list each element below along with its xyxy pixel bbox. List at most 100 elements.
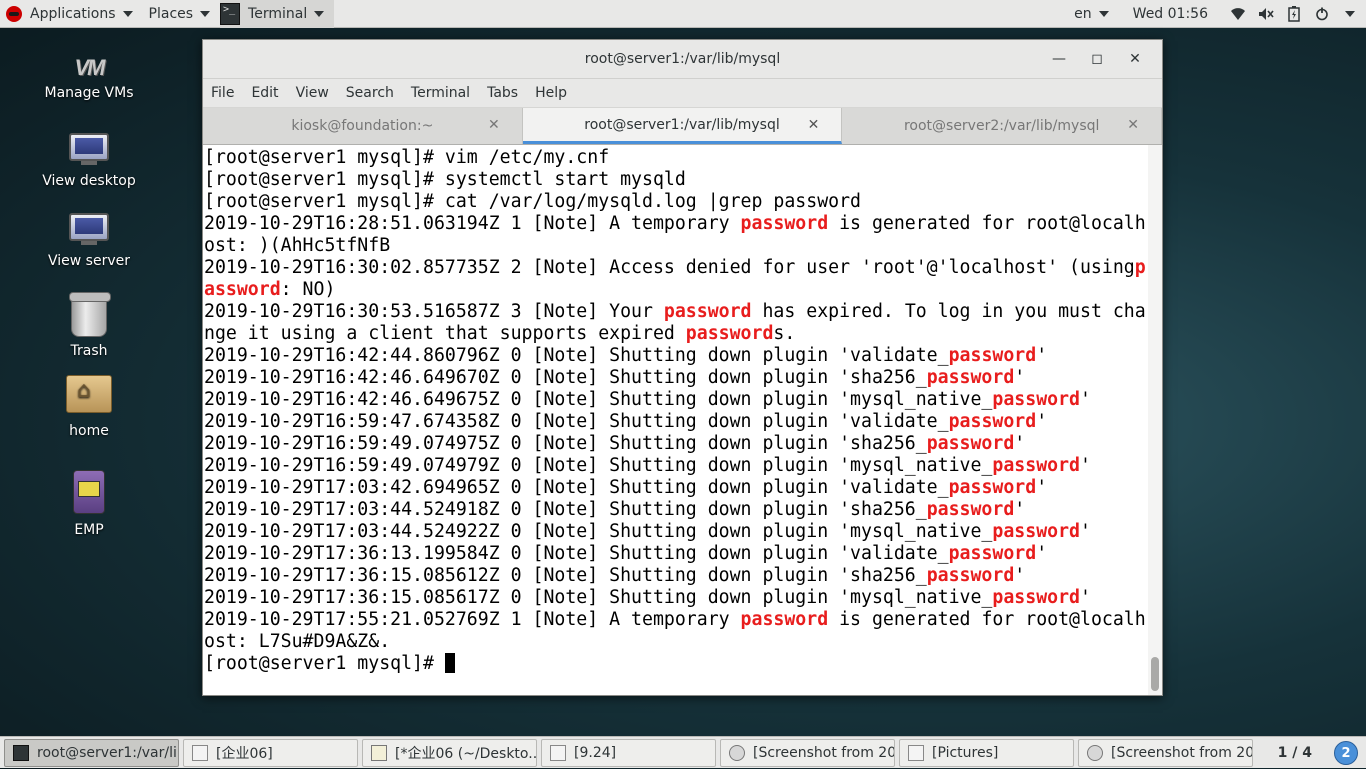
terminal-line: 2019-10-29T17:36:13.199584Z 0 [Note] Shu… [204, 543, 1149, 565]
task-screenshot-1[interactable]: [Screenshot from 20... [720, 738, 895, 767]
terminal-text: ' [1080, 521, 1091, 542]
chevron-down-icon [314, 10, 325, 17]
minimize-button[interactable]: — [1040, 51, 1078, 67]
terminal-text: ' [1036, 345, 1048, 366]
terminal-text: 2019-10-29T16:59:49.074975Z 0 [Note] Shu… [204, 433, 927, 454]
menu-terminal[interactable]: Terminal [406, 85, 482, 101]
terminal-line: nge it using a client that supports expi… [204, 323, 1149, 345]
terminal-text: 2019-10-29T16:30:53.516587Z 3 [Note] You… [204, 301, 664, 322]
power-icon[interactable] [1314, 6, 1330, 22]
highlighted-match: password [740, 609, 829, 630]
task-label: [*企业06 (~/Deskto... [395, 745, 537, 762]
tab-label: kiosk@foundation:~ [291, 118, 434, 134]
close-tab-icon[interactable]: ✕ [488, 117, 500, 133]
highlighted-match: password [926, 433, 1015, 454]
language-selector[interactable]: en [1064, 6, 1119, 22]
task-9-24[interactable]: [9.24] [541, 738, 716, 767]
terminal-text: ' [1014, 433, 1026, 454]
desktop-icon-view-desktop[interactable]: View desktop [29, 133, 149, 189]
maximize-button[interactable]: ◻ [1078, 51, 1116, 67]
close-button[interactable]: ✕ [1116, 51, 1154, 67]
terminal-icon [13, 744, 29, 761]
menu-help[interactable]: Help [530, 85, 579, 101]
highlighted-match: password [926, 367, 1015, 388]
window-menubar: File Edit View Search Terminal Tabs Help [203, 79, 1162, 108]
menu-view[interactable]: View [291, 85, 341, 101]
task-label: [Screenshot from 20... [753, 744, 895, 761]
tab-server2[interactable]: root@server2:/var/lib/mysql ✕ [842, 108, 1163, 144]
desktop-icon-view-server[interactable]: View server [29, 213, 149, 269]
terminal-text: ' [1080, 587, 1091, 608]
highlighted-match: password [926, 565, 1015, 586]
task-label: [Pictures] [932, 744, 999, 761]
terminal-output[interactable]: [root@server1 mysql]# vim /etc/my.cnf [ro… [203, 145, 1149, 695]
terminal-line: 2019-10-29T17:03:42.694965Z 0 [Note] Shu… [204, 477, 1149, 499]
chevron-down-icon [200, 10, 211, 17]
menu-search[interactable]: Search [341, 85, 406, 101]
highlighted-match: assword [204, 279, 281, 300]
terminal-line: 2019-10-29T16:28:51.063194Z 1 [Note] A t… [204, 213, 1149, 235]
image-viewer-icon [1087, 744, 1103, 761]
terminal-app-menu[interactable]: >_ Terminal [220, 0, 335, 28]
desktop-icon-home[interactable]: home [29, 375, 149, 439]
task-qiye06-editor[interactable]: [*企业06 (~/Deskto... [362, 738, 537, 767]
emp-app-icon [73, 470, 105, 514]
menu-file[interactable]: File [206, 85, 246, 101]
terminal-text: [root@server1 mysql]# systemctl start my… [204, 169, 686, 190]
window-titlebar[interactable]: root@server1:/var/lib/mysql — ◻ ✕ [203, 40, 1162, 79]
terminal-text: ' [1036, 543, 1048, 564]
places-menu[interactable]: Places [143, 0, 221, 28]
applications-menu[interactable]: Applications [0, 0, 143, 28]
clock[interactable]: Wed 01:56 [1119, 6, 1224, 22]
vm-logo-icon: VM [74, 55, 106, 80]
battery-icon[interactable] [1286, 6, 1302, 22]
scrollbar-thumb[interactable] [1151, 657, 1159, 691]
language-label: en [1074, 6, 1092, 22]
terminal-line: 2019-10-29T16:42:44.860796Z 0 [Note] Shu… [204, 345, 1149, 367]
terminal-text: is generated for root@localh [828, 609, 1146, 630]
menu-edit[interactable]: Edit [246, 85, 290, 101]
document-icon [550, 744, 566, 761]
chevron-down-icon [1098, 11, 1109, 17]
task-qiye06-folder[interactable]: [企业06] [183, 738, 358, 767]
menu-tabs[interactable]: Tabs [482, 85, 530, 101]
terminal-line: 2019-10-29T16:59:49.074979Z 0 [Note] Shu… [204, 455, 1149, 477]
terminal-line: 2019-10-29T16:30:53.516587Z 3 [Note] You… [204, 301, 1149, 323]
desktop-icon-label: View desktop [42, 173, 136, 189]
terminal-text: [root@server1 mysql]# cat /var/log/mysql… [204, 191, 861, 212]
bottom-taskbar: root@server1:/var/li... [企业06] [*企业06 (~… [0, 736, 1366, 768]
volume-icon[interactable] [1258, 6, 1274, 22]
terminal-scrollbar[interactable] [1148, 145, 1162, 695]
terminal-text: 2019-10-29T17:03:44.524922Z 0 [Note] Shu… [204, 521, 993, 542]
highlighted-match: password [740, 213, 829, 234]
desktop-icon-label: EMP [74, 522, 104, 538]
terminal-text: ' [1014, 565, 1026, 586]
terminal-text: ' [1014, 367, 1026, 388]
terminal-line: 2019-10-29T17:03:44.524922Z 0 [Note] Shu… [204, 521, 1149, 543]
tab-kiosk-foundation[interactable]: kiosk@foundation:~ ✕ [203, 108, 523, 144]
workspace-pager[interactable]: 1 / 4 [1268, 737, 1322, 769]
task-screenshot-2[interactable]: [Screenshot from 20... [1078, 738, 1253, 767]
terminal-text: 2019-10-29T17:03:42.694965Z 0 [Note] Shu… [204, 477, 949, 498]
desktop-icon-manage-vms[interactable]: VM Manage VMs [29, 55, 149, 101]
terminal-line: 2019-10-29T16:59:47.674358Z 0 [Note] Shu… [204, 411, 1149, 433]
terminal-window: root@server1:/var/lib/mysql — ◻ ✕ File E… [202, 39, 1163, 696]
system-menu-chevron-icon[interactable] [1342, 6, 1358, 22]
terminal-text: 2019-10-29T16:59:49.074979Z 0 [Note] Shu… [204, 455, 993, 476]
terminal-line: ost: L7Su#D9A&Z&. [204, 631, 1149, 653]
network-icon[interactable] [1230, 6, 1246, 22]
desktop-icon-emp[interactable]: EMP [29, 470, 149, 538]
terminal-line: [root@server1 mysql]# systemctl start my… [204, 169, 1149, 191]
tab-bar: kiosk@foundation:~ ✕ root@server1:/var/l… [203, 108, 1163, 145]
terminal-app-label: Terminal [248, 5, 308, 22]
task-pictures[interactable]: [Pictures] [899, 738, 1074, 767]
desktop-icon-trash[interactable]: Trash [29, 292, 149, 359]
highlighted-match: password [948, 477, 1037, 498]
terminal-text: [root@server1 mysql]# vim /etc/my.cnf [204, 147, 610, 168]
close-tab-icon[interactable]: ✕ [808, 117, 820, 133]
desktop-icon-label: View server [48, 253, 130, 269]
task-terminal[interactable]: root@server1:/var/li... [4, 738, 179, 767]
notification-badge[interactable]: 2 [1334, 741, 1358, 765]
close-tab-icon[interactable]: ✕ [1127, 117, 1139, 133]
tab-server1[interactable]: root@server1:/var/lib/mysql ✕ [522, 108, 843, 144]
